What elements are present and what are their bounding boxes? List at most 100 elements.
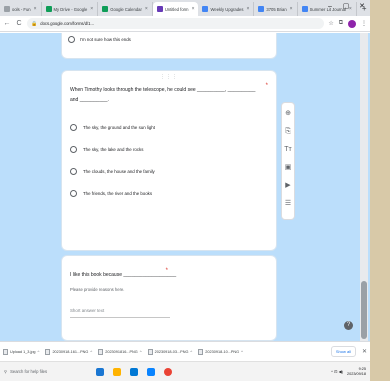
url-text: docs.google.com/forms/d/1... [40,21,94,26]
chevron-up-icon[interactable]: ^ [140,349,142,354]
tab-favicon-icon [156,6,163,12]
option-row[interactable]: The clouds, the house and the family [70,160,155,182]
short-answer-field[interactable]: Short answer text [70,308,170,318]
download-item[interactable]: Upload 1_3.jpg ^ [3,348,40,355]
tab-label: Weekly Upgrades [210,6,244,12]
options-list: The sky, the ground and the sun light The… [70,116,155,204]
tab-close-icon[interactable]: × [34,6,37,12]
download-filename: 2023091816...PNG [105,349,138,354]
required-asterisk: * [265,83,268,89]
browser-tab[interactable]: Untitled form × [152,2,199,16]
tab-close-icon[interactable]: × [246,6,249,12]
browser-tab[interactable]: 3705 Brian × [254,2,298,16]
add-image-icon[interactable]: ▣ [285,163,292,173]
previous-question-card: I'm not sure how this ends [61,33,277,59]
tab-close-icon[interactable]: × [290,6,293,12]
lock-icon: 🔒 [31,20,38,27]
edge-icon[interactable] [130,367,138,376]
option-row[interactable]: The sky, the ground and the sun light [70,116,155,138]
download-item[interactable]: 2023091816...PNG ^ [98,348,142,355]
chevron-up-icon[interactable]: ^ [241,349,243,354]
browser-tab[interactable]: ools - Fun × [0,2,42,16]
file-explorer-icon[interactable] [113,367,121,376]
chevron-up-icon[interactable]: ^ [190,349,192,354]
tray-icons[interactable]: ^ ⊡ ◀) [331,369,343,374]
tab-label: ools - Fun [12,6,31,12]
system-tray: ^ ⊡ ◀) 9:25 2023/09/18 [331,367,366,377]
import-questions-icon[interactable]: ⎘ [285,127,291,137]
bookmark-star-icon[interactable]: ☆ [328,20,333,27]
browser-tab[interactable]: Google Calendar × [98,2,153,16]
browser-toolbar: ← C 🔒 docs.google.com/forms/d/1... ☆ ⧉ ⋮ [0,16,370,32]
tab-favicon-icon [202,6,209,12]
tab-favicon-icon [45,6,52,12]
close-window-button[interactable]: ✕ [354,0,370,14]
maximize-button[interactable]: ▢ [338,0,354,14]
add-video-icon[interactable]: ▶ [285,181,290,191]
drag-handle-icon[interactable]: ⋮⋮⋮ [160,74,178,80]
option-label: I'm not sure how this ends [80,37,131,42]
menu-icon[interactable]: ⋮ [361,20,367,27]
chevron-up-icon[interactable]: ^ [38,349,40,354]
radio-icon [70,167,77,175]
close-icon[interactable]: ✕ [362,348,367,355]
file-icon [3,348,8,355]
tab-label: Untitled form [164,6,189,12]
add-title-icon[interactable]: Tт [284,145,291,155]
store-icon[interactable] [147,367,155,376]
tab-label: 3705 Brian [266,6,287,12]
scrollbar-thumb[interactable] [361,281,367,339]
clock[interactable]: 9:25 2023/09/18 [347,367,366,377]
option-row[interactable]: I'm not sure how this ends [68,36,131,43]
question-description: Please provide reasons here. [70,287,125,292]
tab-close-icon[interactable]: × [90,6,93,12]
taskbar-search[interactable]: ⚲ Search for help files [4,369,84,374]
extensions-icon[interactable]: ⧉ [339,20,343,27]
option-row[interactable]: The sky, the lake and the rocks [70,138,155,160]
reload-icon[interactable]: C [15,20,23,27]
floating-toolbar: ⊕ ⎘ Tт ▣ ▶ ☰ [281,102,295,220]
short-answer-card[interactable]: I like this book because _______________… [61,255,277,341]
chevron-up-icon[interactable]: ^ [90,349,92,354]
downloads-bar: Upload 1_3.jpg ^ 20230918-161...PNG ^ 202309… [0,341,370,361]
task-view-icon[interactable] [96,367,104,376]
file-icon [198,348,204,355]
window-controls: – ▢ ✕ [322,0,370,14]
file-icon [45,348,51,355]
tab-close-icon[interactable]: × [145,6,148,12]
help-icon[interactable]: ? [344,321,353,330]
file-icon [147,348,153,355]
search-text: Search for help files [10,369,48,374]
tab-favicon-icon [301,6,308,12]
download-item[interactable]: 20230918-03...PNG ^ [147,348,192,355]
question-card[interactable]: ⋮⋮⋮ When Timothy looks through the teles… [61,70,277,251]
add-question-icon[interactable]: ⊕ [285,109,291,119]
required-asterisk: * [165,268,168,274]
option-label: The clouds, the house and the family [83,168,155,174]
browser-tab-strip: ools - Fun × My Drive - Google × Google Cale… [0,0,370,16]
download-item[interactable]: 20230918-10...PNG ^ [198,348,243,355]
browser-tab[interactable]: Weekly Upgrades × [198,2,255,16]
radio-icon [70,145,77,153]
show-all-button[interactable]: Show all [330,346,356,357]
tab-favicon-icon [258,6,265,12]
scrollbar[interactable] [360,33,368,341]
toolbar-icons: ☆ ⧉ ⋮ [328,19,367,28]
taskbar-apps [96,367,172,376]
address-bar[interactable]: 🔒 docs.google.com/forms/d/1... [27,18,325,29]
option-row[interactable]: The friends, the river and the books [70,182,155,204]
chrome-icon[interactable] [164,367,172,376]
taskbar: ⚲ Search for help files ^ ⊡ ◀) 9:25 2023… [0,361,370,381]
add-section-icon[interactable]: ☰ [285,199,291,209]
option-label: The friends, the river and the books [83,190,153,196]
question-text: When Timothy looks through the telescope… [70,87,256,103]
form-editor-area: I'm not sure how this ends ⋮⋮⋮ When Timo… [0,33,370,341]
tab-label: My Drive - Google [53,6,88,12]
download-item[interactable]: 20230918-161...PNG ^ [45,348,92,355]
tab-close-icon[interactable]: × [192,6,195,12]
profile-avatar[interactable] [348,19,356,28]
back-icon[interactable]: ← [3,20,11,27]
minimize-button[interactable]: – [322,0,338,14]
browser-tab[interactable]: My Drive - Google × [42,2,99,16]
radio-icon [70,123,77,131]
